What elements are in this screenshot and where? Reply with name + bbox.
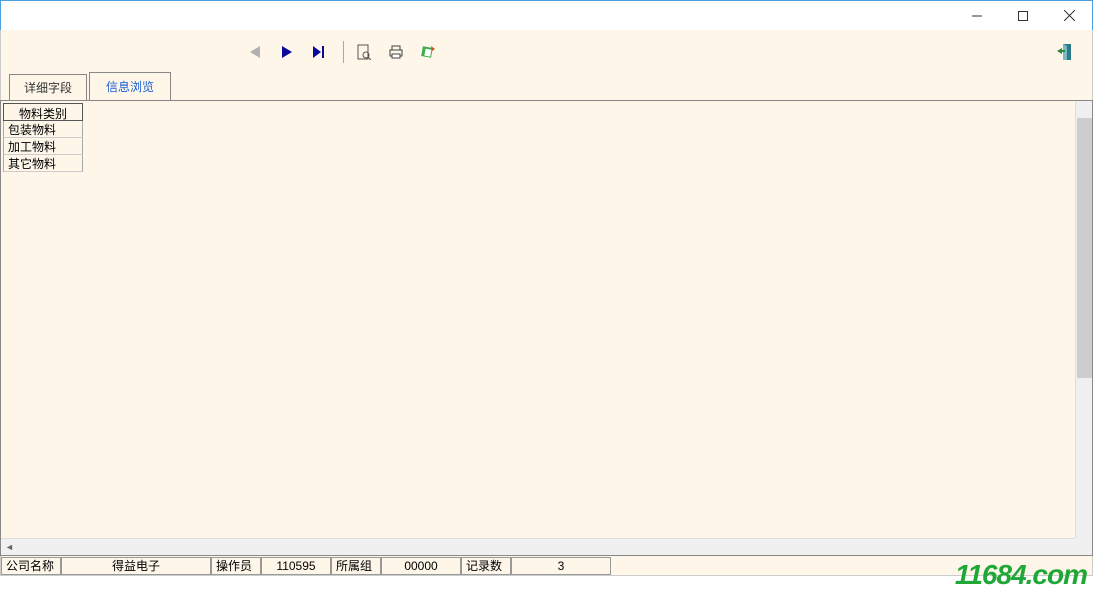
- status-company-value: 得益电子: [61, 557, 211, 575]
- arrow-right-icon: [282, 46, 292, 58]
- nav-next-button[interactable]: [273, 38, 301, 66]
- grid-header-row: 物料类别: [3, 103, 1076, 121]
- tab-bar: 详细字段 信息浏览: [0, 74, 1093, 100]
- status-group-label: 所属组: [331, 557, 381, 575]
- exit-door-icon: [1057, 43, 1075, 61]
- toolbar-separator: [343, 41, 344, 63]
- status-record-value: 3: [511, 557, 611, 575]
- arrow-last-icon: [313, 46, 325, 58]
- horizontal-scrollbar[interactable]: ◄: [1, 538, 1077, 555]
- grid-row[interactable]: 加工物料: [3, 138, 1076, 155]
- scrollbar-corner: [1075, 538, 1092, 555]
- vertical-scrollbar[interactable]: [1075, 101, 1092, 539]
- status-bar: 公司名称 得益电子 操作员 110595 所属组 00000 记录数 3: [0, 556, 1093, 576]
- printer-icon: [388, 45, 404, 59]
- maximize-button[interactable]: [1000, 1, 1046, 30]
- status-operator-value: 110595: [261, 557, 331, 575]
- preview-button[interactable]: [350, 38, 378, 66]
- grid-cell: 包装物料: [3, 121, 83, 138]
- grid-header-material-category[interactable]: 物料类别: [3, 103, 83, 121]
- close-button[interactable]: [1046, 1, 1092, 30]
- grid-cell: 加工物料: [3, 138, 83, 155]
- data-grid[interactable]: 物料类别 包装物料 加工物料 其它物料: [3, 103, 1076, 537]
- nav-last-button[interactable]: [305, 38, 333, 66]
- arrow-left-icon: [250, 46, 260, 58]
- close-icon: [1064, 10, 1075, 21]
- status-group-value: 00000: [381, 557, 461, 575]
- minimize-button[interactable]: [954, 1, 1000, 30]
- magnify-page-icon: [357, 44, 371, 60]
- book-export-icon: [420, 44, 436, 60]
- tab-info-browse[interactable]: 信息浏览: [89, 72, 171, 101]
- grid-row[interactable]: 其它物料: [3, 155, 1076, 172]
- scrollbar-thumb[interactable]: [1077, 118, 1092, 378]
- maximize-icon: [1018, 11, 1028, 21]
- status-record-label: 记录数: [461, 557, 511, 575]
- status-company-label: 公司名称: [1, 557, 61, 575]
- export-button[interactable]: [414, 38, 442, 66]
- nav-prev-button[interactable]: [241, 38, 269, 66]
- status-operator-label: 操作员: [211, 557, 261, 575]
- print-button[interactable]: [382, 38, 410, 66]
- content-panel: 物料类别 包装物料 加工物料 其它物料 ◄: [0, 100, 1093, 556]
- scroll-left-arrow-icon[interactable]: ◄: [1, 539, 18, 556]
- tab-detail-fields[interactable]: 详细字段: [9, 74, 87, 101]
- titlebar: [0, 0, 1093, 30]
- minimize-icon: [972, 11, 982, 21]
- exit-button[interactable]: [1052, 38, 1080, 66]
- grid-row[interactable]: 包装物料: [3, 121, 1076, 138]
- grid-cell: 其它物料: [3, 155, 83, 172]
- toolbar: [0, 30, 1093, 74]
